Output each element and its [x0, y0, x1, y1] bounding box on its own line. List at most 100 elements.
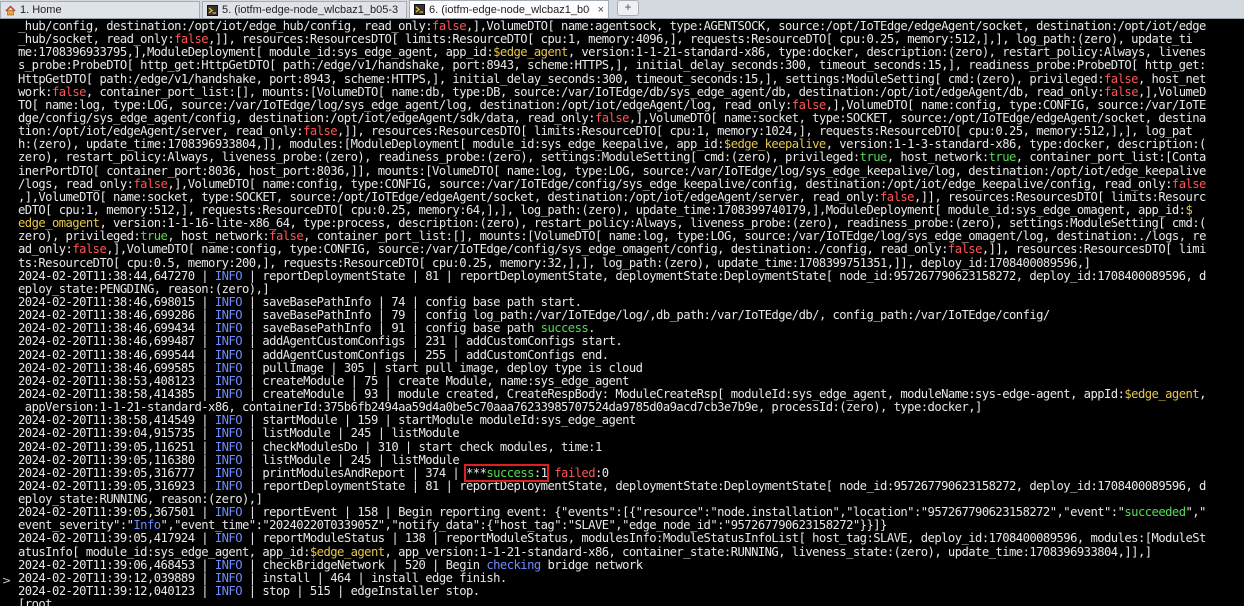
log-text: ,],VolumeDTO[ name:socket, type:SOCKET, … — [18, 189, 881, 204]
log-text: | addAgentCustomConfigs | 231 | addCusto… — [242, 334, 623, 349]
log-text: atusInfo[ module_id:sys_edge_agent, app_… — [18, 544, 310, 559]
left-gutter: > — [0, 20, 17, 606]
log-text: false — [432, 20, 467, 33]
log-text: INFO — [214, 557, 243, 572]
log-text: | addAgentCustomConfigs | 255 | addCusto… — [242, 347, 609, 362]
log-text: inerPortDTO[ container_port:8036, host_p… — [18, 163, 1206, 178]
log-text: 2024-02-20T11:38:58,414385 | — [18, 386, 215, 401]
log-text: INFO — [214, 584, 243, 599]
log-text: dge/config/sys_edge_agent/config, destin… — [18, 110, 596, 125]
log-text: 2024-02-20T11:39:05,116380 | — [18, 452, 215, 467]
log-text: true — [859, 150, 888, 165]
log-text: ts:ResourceDTO[ cpu:0.5, memory:200,], r… — [18, 255, 1091, 270]
log-text: INFO — [214, 347, 243, 362]
log-text: 2024-02-20T11:38:46,699286 | — [18, 308, 215, 323]
log-text: true — [988, 150, 1017, 165]
log-text: , version:1-1-21-standard-x86, type:dock… — [567, 45, 1207, 60]
log-text: false — [51, 84, 87, 99]
log-text: | createModule | 93 | module created, Cr… — [242, 386, 1125, 401]
terminal-output[interactable]: _hub/config, destination:/opt/iot/edge_h… — [18, 20, 1244, 606]
tab-2[interactable]: 5. (iotfm-edge-node_wlcbaz1_b05-3 — [202, 1, 407, 18]
terminal-icon — [414, 4, 425, 15]
log-text: INFO — [214, 505, 243, 520]
log-text: me:1708396933795,],ModuleDeployment[ mod… — [18, 45, 494, 60]
log-text: false — [1104, 84, 1139, 99]
log-text: $edge_agent — [1124, 386, 1200, 401]
log-text: ,],VolumeDTO[ name:socket, type:SOCKET, … — [628, 110, 1207, 125]
log-text: , host_network: — [167, 229, 270, 244]
log-text: | checkBridgeNetwork | 520 | Begin — [242, 557, 487, 572]
log-text: false — [880, 189, 915, 204]
new-tab-button[interactable]: + — [617, 0, 639, 16]
log-text: 2024-02-20T11:39:12,040123 | — [18, 584, 215, 599]
log-text: | checkModulesDo | 310 | start check mod… — [242, 439, 603, 454]
log-text: HttpGetDTO[ path:/edge/v1/handshake, por… — [18, 71, 1105, 86]
log-text: 2024-02-20T11:38:46,699544 | — [18, 347, 215, 362]
log-text: false — [791, 97, 827, 112]
log-text: /logs, read_only: — [18, 176, 134, 191]
log-text: INFO — [214, 413, 243, 428]
tab-label: 5. (iotfm-edge-node_wlcbaz1_b05-3 — [222, 4, 399, 16]
success-count-highlight-box: ***success:1 — [463, 463, 550, 482]
log-text: 2024-02-20T11:39:12,039889 | — [18, 570, 215, 585]
log-text: :0 — [595, 465, 609, 480]
log-text: 2024-02-20T11:39:06,468453 | — [18, 557, 215, 572]
log-text: | startModule | 159 | startModule module… — [242, 413, 636, 428]
log-text: 2024-02-20T11:38:46,698015 | — [18, 294, 215, 309]
highlighted-text: :1 — [533, 465, 548, 480]
terminal-line: [root — [18, 598, 1244, 606]
close-tab-icon[interactable]: × — [598, 4, 604, 16]
log-text: ,],VolumeD — [1138, 84, 1206, 99]
log-text: true — [140, 229, 168, 244]
log-text: INFO — [214, 426, 243, 441]
tab-label: 1. Home — [20, 4, 62, 16]
log-text: false — [947, 242, 983, 257]
log-text: , container_port_list:[], mounts:[Volume… — [85, 84, 1105, 99]
log-text: INFO — [214, 531, 243, 546]
log-text: work: — [18, 84, 53, 99]
terminal-line: 2024-02-20T11:39:12,040123 | INFO | stop… — [18, 584, 1244, 599]
log-text: ,],VolumeDTO[ name:config, type:CONFIG, … — [106, 242, 948, 257]
log-text: 2024-02-20T11:38:46,699585 | — [18, 360, 215, 375]
log-text: _hub/socket, read_only: — [18, 32, 175, 47]
log-text: INFO — [214, 321, 243, 336]
log-text: appVersion:1-1-21-standard-x86, containe… — [18, 400, 983, 415]
log-text: | reportModuleStatus | 138 | reportModul… — [242, 531, 1207, 546]
tab-3[interactable]: 6. (iotfm-edge-node_wlcbaz1_b06- × — [409, 0, 609, 18]
expand-arrow-icon[interactable]: > — [2, 574, 11, 587]
log-text: INFO — [214, 452, 243, 467]
log-text: false — [174, 32, 209, 47]
log-text: $edge_keepalive — [723, 137, 826, 152]
log-text: false — [303, 124, 338, 139]
log-text: | stop | 515 | edgeInstaller stop. — [242, 584, 480, 599]
log-text: | reportDeploymentState | 81 | reportDep… — [242, 268, 1207, 283]
log-text: 2024-02-20T11:39:05,367501 | — [18, 505, 215, 520]
log-text: , container_port_list:[Conta — [1015, 150, 1207, 165]
log-text: . — [588, 321, 595, 336]
log-text: tion:/opt/iot/edgeAgent/server, read_onl… — [18, 124, 304, 139]
log-text: 2024-02-20T11:38:46,699434 | — [18, 321, 215, 336]
log-text: , — [1199, 386, 1206, 401]
log-text: INFO — [214, 373, 243, 388]
log-text: 2024-02-20T11:38:46,699487 | — [18, 334, 215, 349]
log-text: eploy_state:RUNNING, reason:(zero),] — [18, 492, 263, 507]
log-text: , host_net — [1137, 71, 1206, 86]
log-text: event_severity":" — [18, 518, 134, 533]
log-text: zero), restart_policy:Always, liveness_p… — [18, 150, 860, 165]
log-text: 2024-02-20T11:38:58,414549 | — [18, 413, 215, 428]
log-text: INFO — [214, 570, 243, 585]
log-text: INFO — [214, 439, 243, 454]
log-text: | printModulesAndReport | 374 | — [242, 465, 466, 480]
log-text: TO[ name:log, type:LOG, source:/var/IoTE… — [18, 97, 792, 112]
tab-1[interactable]: 1. Home — [0, 1, 200, 18]
log-text: eploy_state:PENGDING, reason:(zero),] — [18, 281, 270, 296]
log-text: edge_omagent — [18, 216, 100, 231]
log-text: $edge_agent — [309, 544, 385, 559]
log-text: INFO — [214, 334, 243, 349]
log-text: | pullImage | 305 | start pull image, de… — [242, 360, 643, 375]
log-text: ,],VolumeDTO[ name:config, type:CONFIG, … — [825, 97, 1207, 112]
log-text: zero), privileged: — [18, 229, 141, 244]
log-text: 2024-02-20T11:38:44,647270 | — [18, 268, 215, 283]
log-text: Info — [133, 518, 161, 533]
log-text: false — [1104, 71, 1139, 86]
